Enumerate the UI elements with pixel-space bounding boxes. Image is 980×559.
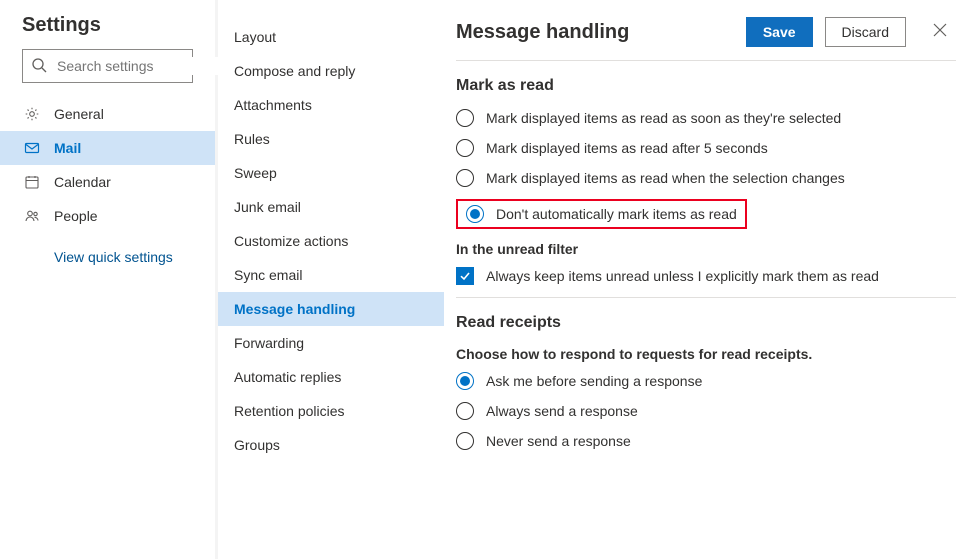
mid-item-junk-email[interactable]: Junk email: [218, 190, 444, 224]
radio-icon: [456, 169, 474, 187]
settings-title: Settings: [0, 14, 215, 49]
mark-read-option-highlight: Don't automatically mark items as read: [456, 199, 747, 229]
read-receipts-option-always[interactable]: Always send a response: [456, 402, 956, 420]
mid-item-groups[interactable]: Groups: [218, 428, 444, 462]
option-label: Mark displayed items as read after 5 sec…: [486, 140, 768, 156]
section-mark-as-read-title: Mark as read: [456, 77, 956, 95]
search-icon: [31, 57, 47, 76]
mid-item-label: Rules: [234, 131, 270, 147]
mid-item-label: Layout: [234, 29, 276, 45]
nav-item-general[interactable]: General: [0, 97, 215, 131]
mid-item-label: Groups: [234, 437, 280, 453]
mid-item-label: Automatic replies: [234, 369, 341, 385]
mid-item-label: Message handling: [234, 301, 355, 317]
nav-item-label: General: [54, 106, 104, 122]
nav-item-label: Mail: [54, 140, 81, 156]
mid-item-message-handling[interactable]: Message handling: [218, 292, 444, 326]
gear-icon: [22, 106, 42, 122]
mid-item-label: Junk email: [234, 199, 301, 215]
mid-item-label: Compose and reply: [234, 63, 355, 79]
option-label: Never send a response: [486, 433, 631, 449]
mid-item-sweep[interactable]: Sweep: [218, 156, 444, 190]
mid-item-label: Forwarding: [234, 335, 304, 351]
calendar-icon: [22, 174, 42, 190]
mark-read-option-delay[interactable]: Mark displayed items as read after 5 sec…: [456, 139, 956, 157]
settings-search-input[interactable]: [55, 57, 240, 75]
read-receipts-option-ask[interactable]: Ask me before sending a response: [456, 372, 956, 390]
mark-read-option-selection-change[interactable]: Mark displayed items as read when the se…: [456, 169, 956, 187]
unread-filter-title: In the unread filter: [456, 241, 956, 257]
settings-left-panel: Settings General Mail Calendar: [0, 0, 218, 559]
option-label: Don't automatically mark items as read: [496, 206, 737, 222]
option-label: Always keep items unread unless I explic…: [486, 268, 879, 284]
mid-item-label: Sweep: [234, 165, 277, 181]
mid-item-attachments[interactable]: Attachments: [218, 88, 444, 122]
option-label: Mark displayed items as read as soon as …: [486, 110, 841, 126]
radio-icon: [456, 432, 474, 450]
save-button[interactable]: Save: [746, 17, 813, 47]
checkbox-checked-icon: [456, 267, 474, 285]
option-label: Always send a response: [486, 403, 638, 419]
discard-button[interactable]: Discard: [825, 17, 906, 47]
mid-item-automatic-replies[interactable]: Automatic replies: [218, 360, 444, 394]
mid-item-layout[interactable]: Layout: [218, 20, 444, 54]
divider: [456, 297, 956, 298]
radio-icon: [456, 109, 474, 127]
read-receipts-subtitle: Choose how to respond to requests for re…: [456, 346, 956, 362]
mid-item-label: Attachments: [234, 97, 312, 113]
read-receipts-option-never[interactable]: Never send a response: [456, 432, 956, 450]
detail-title: Message handling: [456, 21, 629, 44]
mid-item-label: Sync email: [234, 267, 302, 283]
radio-icon: [456, 402, 474, 420]
mail-icon: [22, 140, 42, 156]
mid-item-sync-email[interactable]: Sync email: [218, 258, 444, 292]
option-label: Mark displayed items as read when the se…: [486, 170, 845, 186]
section-read-receipts-title: Read receipts: [456, 314, 956, 332]
mid-item-retention-policies[interactable]: Retention policies: [218, 394, 444, 428]
settings-detail-pane: Message handling Save Discard Mark as re…: [444, 0, 980, 559]
people-icon: [22, 208, 42, 224]
mid-item-label: Retention policies: [234, 403, 345, 419]
nav-item-people[interactable]: People: [0, 199, 215, 233]
settings-subcategory-panel: Layout Compose and reply Attachments Rul…: [218, 0, 444, 559]
detail-header: Message handling Save Discard: [456, 16, 956, 48]
radio-icon: [456, 139, 474, 157]
nav-item-label: People: [54, 208, 98, 224]
option-label: Ask me before sending a response: [486, 373, 702, 389]
mark-read-option-selected[interactable]: Mark displayed items as read as soon as …: [456, 109, 956, 127]
unread-filter-option[interactable]: Always keep items unread unless I explic…: [456, 267, 956, 285]
close-button[interactable]: [924, 16, 956, 48]
mid-item-customize-actions[interactable]: Customize actions: [218, 224, 444, 258]
nav-item-label: Calendar: [54, 174, 111, 190]
nav-item-calendar[interactable]: Calendar: [0, 165, 215, 199]
close-icon: [933, 23, 947, 42]
mid-item-compose-reply[interactable]: Compose and reply: [218, 54, 444, 88]
mark-read-option-dont-auto[interactable]: Don't automatically mark items as read: [466, 205, 737, 223]
mid-item-rules[interactable]: Rules: [218, 122, 444, 156]
mid-item-label: Customize actions: [234, 233, 348, 249]
radio-icon: [456, 372, 474, 390]
nav-item-mail[interactable]: Mail: [0, 131, 215, 165]
settings-dialog: Settings General Mail Calendar: [0, 0, 980, 559]
divider: [456, 60, 956, 61]
detail-actions: Save Discard: [746, 16, 956, 48]
view-quick-settings-link[interactable]: View quick settings: [0, 233, 215, 265]
settings-search[interactable]: [22, 49, 193, 83]
mid-item-forwarding[interactable]: Forwarding: [218, 326, 444, 360]
radio-icon: [466, 205, 484, 223]
